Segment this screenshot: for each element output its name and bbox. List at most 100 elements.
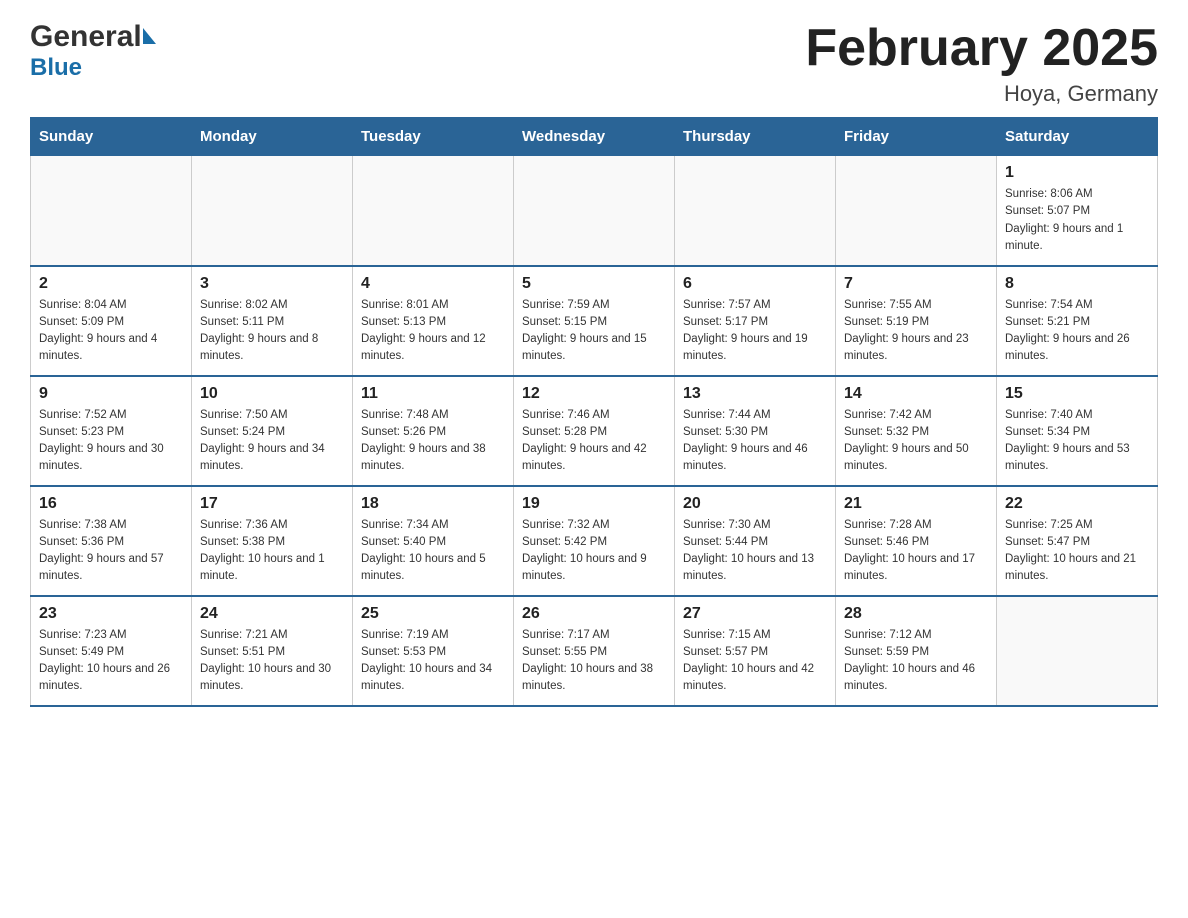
calendar-day-cell: 28 Sunrise: 7:12 AMSunset: 5:59 PMDayligh… bbox=[836, 596, 997, 706]
day-info: Sunrise: 7:42 AMSunset: 5:32 PMDaylight:… bbox=[844, 407, 988, 476]
calendar-day-cell: 17Sunrise: 7:36 AMSunset: 5:38 PMDayligh… bbox=[192, 486, 353, 596]
day-info: Sunrise: 7:59 AMSunset: 5:15 PMDaylight:… bbox=[522, 297, 666, 366]
calendar-week-row: 2 Sunrise: 8:04 AMSunset: 5:09 PMDaylight… bbox=[31, 266, 1158, 376]
day-number: 7 bbox=[844, 275, 988, 293]
calendar-day-cell: 1 Sunrise: 8:06 AMSunset: 5:07 PMDaylight… bbox=[997, 156, 1158, 266]
calendar-day-cell bbox=[675, 156, 836, 266]
calendar-day-cell bbox=[514, 156, 675, 266]
day-number: 3 bbox=[200, 275, 344, 293]
calendar-day-cell bbox=[353, 156, 514, 266]
month-title: February 2025 bbox=[805, 20, 1158, 77]
day-number: 5 bbox=[522, 275, 666, 293]
calendar-day-cell bbox=[31, 156, 192, 266]
day-number: 27 bbox=[683, 605, 827, 623]
calendar-day-cell: 4 Sunrise: 8:01 AMSunset: 5:13 PMDaylight… bbox=[353, 266, 514, 376]
day-info: Sunrise: 7:12 AMSunset: 5:59 PMDaylight:… bbox=[844, 627, 988, 696]
calendar-day-cell: 14Sunrise: 7:42 AMSunset: 5:32 PMDayligh… bbox=[836, 376, 997, 486]
calendar-day-cell: 9 Sunrise: 7:52 AMSunset: 5:23 PMDaylight… bbox=[31, 376, 192, 486]
day-number: 9 bbox=[39, 385, 183, 403]
day-number: 28 bbox=[844, 605, 988, 623]
day-number: 11 bbox=[361, 385, 505, 403]
calendar-week-row: 16 Sunrise: 7:38 AMSunset: 5:36 PMDayligh… bbox=[31, 486, 1158, 596]
calendar-day-cell: 8Sunrise: 7:54 AMSunset: 5:21 PMDaylight… bbox=[997, 266, 1158, 376]
day-number: 21 bbox=[844, 495, 988, 513]
calendar-day-cell: 15 Sunrise: 7:40 AMSunset: 5:34 PMDayligh… bbox=[997, 376, 1158, 486]
calendar-table: SundayMondayTuesdayWednesdayThursdayFrid… bbox=[30, 117, 1158, 707]
day-number: 4 bbox=[361, 275, 505, 293]
day-info: Sunrise: 7:34 AMSunset: 5:40 PMDaylight:… bbox=[361, 517, 505, 586]
day-info: Sunrise: 7:55 AMSunset: 5:19 PMDaylight:… bbox=[844, 297, 988, 366]
day-info: Sunrise: 7:40 AMSunset: 5:34 PMDaylight:… bbox=[1005, 407, 1149, 476]
day-info: Sunrise: 7:15 AMSunset: 5:57 PMDaylight:… bbox=[683, 627, 827, 696]
day-info: Sunrise: 7:19 AMSunset: 5:53 PMDaylight:… bbox=[361, 627, 505, 696]
day-info: Sunrise: 7:17 AMSunset: 5:55 PMDaylight:… bbox=[522, 627, 666, 696]
calendar-day-cell: 22Sunrise: 7:25 AMSunset: 5:47 PMDayligh… bbox=[997, 486, 1158, 596]
day-of-week-header: Wednesday bbox=[514, 118, 675, 156]
day-number: 6 bbox=[683, 275, 827, 293]
calendar-day-cell: 10 Sunrise: 7:50 AMSunset: 5:24 PMDayligh… bbox=[192, 376, 353, 486]
day-info: Sunrise: 7:32 AMSunset: 5:42 PMDaylight:… bbox=[522, 517, 666, 586]
day-info: Sunrise: 7:46 AMSunset: 5:28 PMDaylight:… bbox=[522, 407, 666, 476]
calendar-day-cell: 6 Sunrise: 7:57 AMSunset: 5:17 PMDaylight… bbox=[675, 266, 836, 376]
day-info: Sunrise: 7:21 AMSunset: 5:51 PMDaylight:… bbox=[200, 627, 344, 696]
day-of-week-header: Thursday bbox=[675, 118, 836, 156]
calendar-day-cell: 16 Sunrise: 7:38 AMSunset: 5:36 PMDayligh… bbox=[31, 486, 192, 596]
calendar-day-cell: 21 Sunrise: 7:28 AMSunset: 5:46 PMDayligh… bbox=[836, 486, 997, 596]
page-header: General Blue February 2025 Hoya, Germany bbox=[30, 20, 1158, 107]
logo: General Blue bbox=[30, 20, 156, 82]
day-number: 2 bbox=[39, 275, 183, 293]
day-number: 10 bbox=[200, 385, 344, 403]
day-info: Sunrise: 7:50 AMSunset: 5:24 PMDaylight:… bbox=[200, 407, 344, 476]
day-info: Sunrise: 8:04 AMSunset: 5:09 PMDaylight:… bbox=[39, 297, 183, 366]
calendar-day-cell: 25 Sunrise: 7:19 AMSunset: 5:53 PMDayligh… bbox=[353, 596, 514, 706]
day-number: 25 bbox=[361, 605, 505, 623]
day-number: 22 bbox=[1005, 495, 1149, 513]
day-info: Sunrise: 8:06 AMSunset: 5:07 PMDaylight:… bbox=[1005, 186, 1149, 255]
logo-sub: Blue bbox=[30, 54, 82, 82]
calendar-day-cell bbox=[997, 596, 1158, 706]
day-number: 1 bbox=[1005, 164, 1149, 182]
day-number: 19 bbox=[522, 495, 666, 513]
day-info: Sunrise: 7:30 AMSunset: 5:44 PMDaylight:… bbox=[683, 517, 827, 586]
day-info: Sunrise: 7:23 AMSunset: 5:49 PMDaylight:… bbox=[39, 627, 183, 696]
calendar-day-cell: 26 Sunrise: 7:17 AMSunset: 5:55 PMDayligh… bbox=[514, 596, 675, 706]
calendar-week-row: 9 Sunrise: 7:52 AMSunset: 5:23 PMDaylight… bbox=[31, 376, 1158, 486]
title-section: February 2025 Hoya, Germany bbox=[805, 20, 1158, 107]
day-info: Sunrise: 8:01 AMSunset: 5:13 PMDaylight:… bbox=[361, 297, 505, 366]
day-info: Sunrise: 7:36 AMSunset: 5:38 PMDaylight:… bbox=[200, 517, 344, 586]
day-of-week-header: Tuesday bbox=[353, 118, 514, 156]
calendar-day-cell: 12Sunrise: 7:46 AMSunset: 5:28 PMDayligh… bbox=[514, 376, 675, 486]
calendar-day-cell bbox=[836, 156, 997, 266]
calendar-day-cell: 11Sunrise: 7:48 AMSunset: 5:26 PMDayligh… bbox=[353, 376, 514, 486]
day-number: 13 bbox=[683, 385, 827, 403]
day-info: Sunrise: 7:44 AMSunset: 5:30 PMDaylight:… bbox=[683, 407, 827, 476]
day-of-week-header: Saturday bbox=[997, 118, 1158, 156]
logo-name: General bbox=[30, 20, 156, 54]
day-number: 15 bbox=[1005, 385, 1149, 403]
calendar-week-row: 23 Sunrise: 7:23 AMSunset: 5:49 PMDayligh… bbox=[31, 596, 1158, 706]
day-number: 23 bbox=[39, 605, 183, 623]
day-info: Sunrise: 7:28 AMSunset: 5:46 PMDaylight:… bbox=[844, 517, 988, 586]
calendar-day-cell: 18 Sunrise: 7:34 AMSunset: 5:40 PMDayligh… bbox=[353, 486, 514, 596]
day-number: 20 bbox=[683, 495, 827, 513]
day-info: Sunrise: 7:52 AMSunset: 5:23 PMDaylight:… bbox=[39, 407, 183, 476]
calendar-day-cell: 27 Sunrise: 7:15 AMSunset: 5:57 PMDayligh… bbox=[675, 596, 836, 706]
calendar-week-row: 1 Sunrise: 8:06 AMSunset: 5:07 PMDaylight… bbox=[31, 156, 1158, 266]
calendar-day-cell: 7 Sunrise: 7:55 AMSunset: 5:19 PMDaylight… bbox=[836, 266, 997, 376]
day-of-week-header: Monday bbox=[192, 118, 353, 156]
calendar-day-cell: 20 Sunrise: 7:30 AMSunset: 5:44 PMDayligh… bbox=[675, 486, 836, 596]
day-info: Sunrise: 7:54 AMSunset: 5:21 PMDaylight:… bbox=[1005, 297, 1149, 366]
location: Hoya, Germany bbox=[805, 81, 1158, 107]
day-number: 26 bbox=[522, 605, 666, 623]
calendar-day-cell: 5 Sunrise: 7:59 AMSunset: 5:15 PMDaylight… bbox=[514, 266, 675, 376]
calendar-day-cell: 23 Sunrise: 7:23 AMSunset: 5:49 PMDayligh… bbox=[31, 596, 192, 706]
day-info: Sunrise: 8:02 AMSunset: 5:11 PMDaylight:… bbox=[200, 297, 344, 366]
day-info: Sunrise: 7:57 AMSunset: 5:17 PMDaylight:… bbox=[683, 297, 827, 366]
day-number: 18 bbox=[361, 495, 505, 513]
days-header-row: SundayMondayTuesdayWednesdayThursdayFrid… bbox=[31, 118, 1158, 156]
day-info: Sunrise: 7:38 AMSunset: 5:36 PMDaylight:… bbox=[39, 517, 183, 586]
day-of-week-header: Sunday bbox=[31, 118, 192, 156]
calendar-day-cell: 2 Sunrise: 8:04 AMSunset: 5:09 PMDaylight… bbox=[31, 266, 192, 376]
day-number: 16 bbox=[39, 495, 183, 513]
day-number: 24 bbox=[200, 605, 344, 623]
